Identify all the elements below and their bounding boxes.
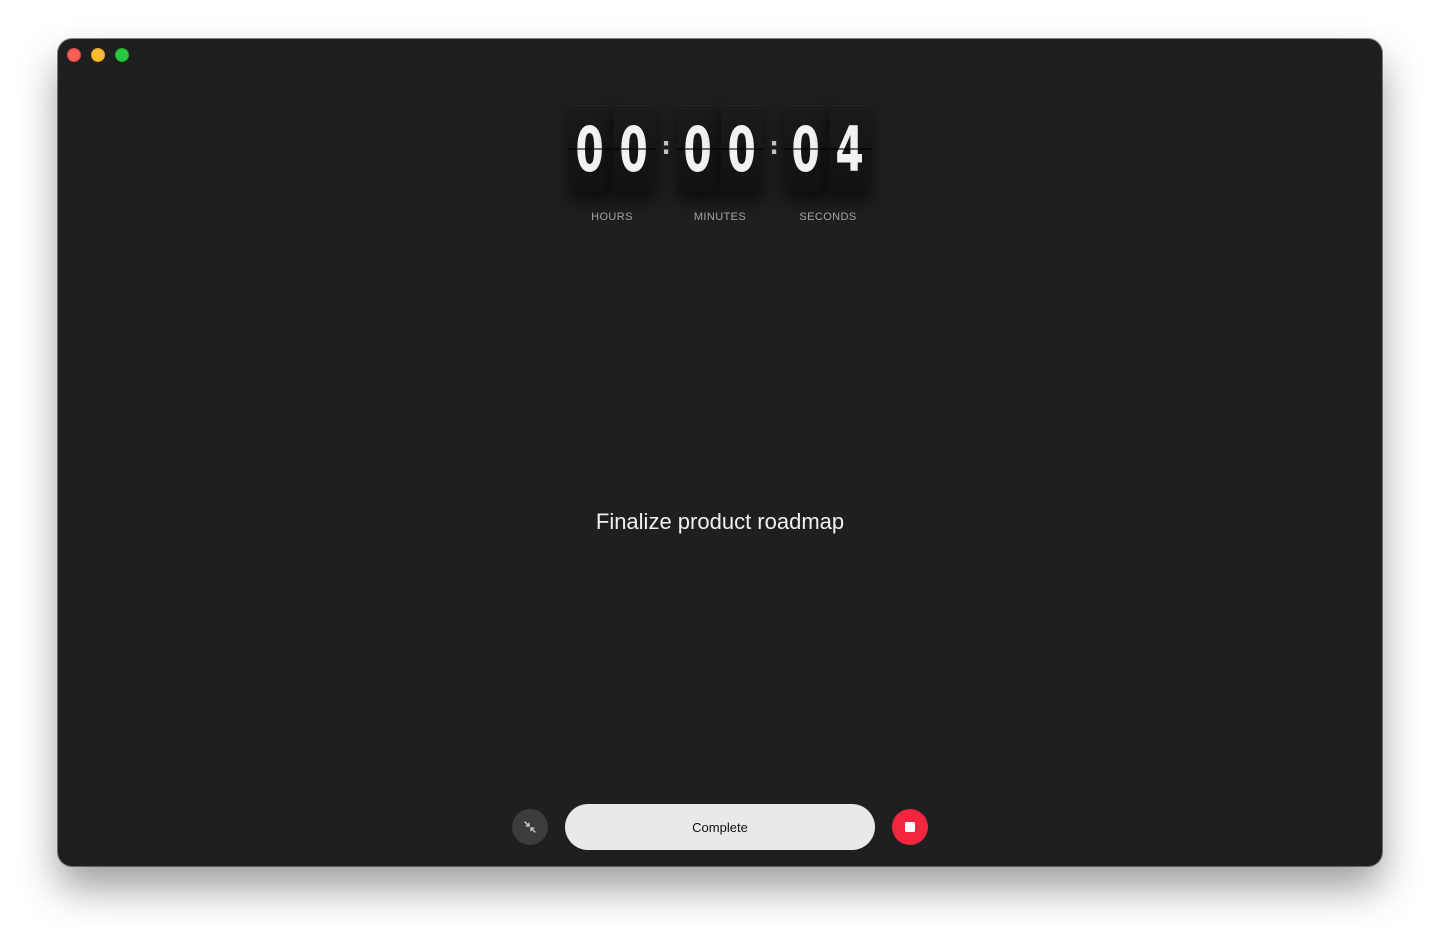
seconds-label: SECONDS bbox=[799, 211, 857, 223]
hours-unit: 0 0 HOURS bbox=[569, 105, 655, 223]
minutes-seconds-separator: : bbox=[769, 132, 779, 160]
zoom-window-button[interactable] bbox=[115, 48, 129, 62]
task-title: Finalize product roadmap bbox=[595, 509, 845, 534]
seconds-ones-digit: 4 bbox=[829, 105, 871, 193]
collapse-arrows-icon bbox=[524, 821, 536, 833]
hours-ones-digit: 0 bbox=[613, 105, 655, 193]
hours-label: HOURS bbox=[591, 211, 633, 223]
minutes-tens-digit: 0 bbox=[677, 105, 719, 193]
hours-minutes-separator: : bbox=[661, 132, 671, 160]
minutes-label: MINUTES bbox=[693, 211, 747, 223]
collapse-button[interactable] bbox=[512, 809, 548, 845]
stop-button[interactable] bbox=[892, 809, 928, 845]
seconds-tens-digit: 0 bbox=[785, 105, 827, 193]
complete-button[interactable]: Complete bbox=[565, 804, 875, 850]
close-window-button[interactable] bbox=[67, 48, 81, 62]
window-controls bbox=[67, 48, 129, 62]
flip-clock: 0 0 HOURS : 0 0 MINUTES : 0 4 SECONDS bbox=[58, 105, 1382, 223]
app-window: 0 0 HOURS : 0 0 MINUTES : 0 4 SECONDS Fi… bbox=[58, 39, 1382, 866]
seconds-unit: 0 4 SECONDS bbox=[785, 105, 871, 223]
minutes-unit: 0 0 MINUTES bbox=[677, 105, 763, 223]
controls-bar: Complete bbox=[58, 804, 1382, 850]
minutes-ones-digit: 0 bbox=[721, 105, 763, 193]
minimize-window-button[interactable] bbox=[91, 48, 105, 62]
hours-tens-digit: 0 bbox=[569, 105, 611, 193]
stop-icon bbox=[905, 822, 915, 832]
